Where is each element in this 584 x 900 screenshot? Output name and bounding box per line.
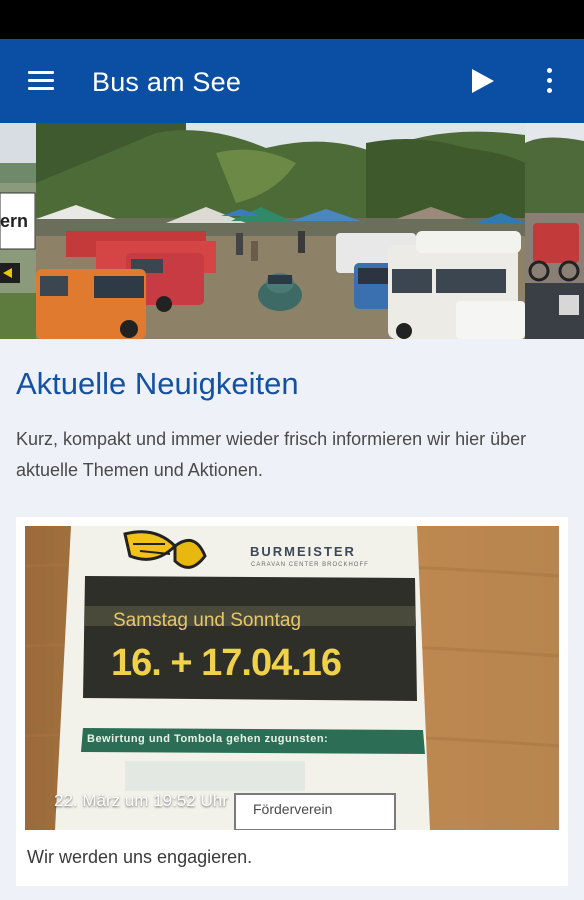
- flyer-days: Samstag und Sonntag: [113, 610, 302, 631]
- play-icon[interactable]: [466, 67, 498, 95]
- news-card[interactable]: BURMEISTER CARAVAN CENTER BROCKHOFF Sams…: [16, 517, 568, 886]
- app-bar: Bus am See: [0, 39, 584, 123]
- road-sign-text: ern: [0, 211, 29, 231]
- more-vertical-icon[interactable]: [540, 65, 560, 97]
- status-bar: [0, 0, 584, 39]
- flyer-dates: 16. + 17.04.16: [111, 642, 342, 684]
- flyer-box-text: Förderverein: [253, 801, 333, 817]
- section-description: Kurz, kompakt und immer wieder frisch in…: [16, 429, 527, 480]
- event-camp-photo[interactable]: [36, 123, 525, 339]
- news-image: BURMEISTER CARAVAN CENTER BROCKHOFF Sams…: [25, 526, 559, 830]
- carousel-slide-left[interactable]: ern: [0, 123, 36, 339]
- app-title: Bus am See: [92, 67, 242, 97]
- carousel-slide-right[interactable]: [525, 123, 584, 339]
- hamburger-menu-icon[interactable]: [24, 67, 58, 95]
- news-date: 22. März um 19:52 Uhr: [54, 791, 228, 810]
- news-caption: Wir werden uns engagieren.: [27, 847, 253, 867]
- flyer-band-text: Bewirtung und Tombola gehen zugunsten:: [87, 733, 329, 745]
- section-title: Aktuelle Neuigkeiten: [16, 366, 299, 401]
- flyer-brand: BURMEISTER: [250, 544, 356, 559]
- image-carousel[interactable]: ern: [0, 123, 584, 339]
- flyer-brand-sub: CARAVAN CENTER BROCKHOFF: [251, 562, 369, 568]
